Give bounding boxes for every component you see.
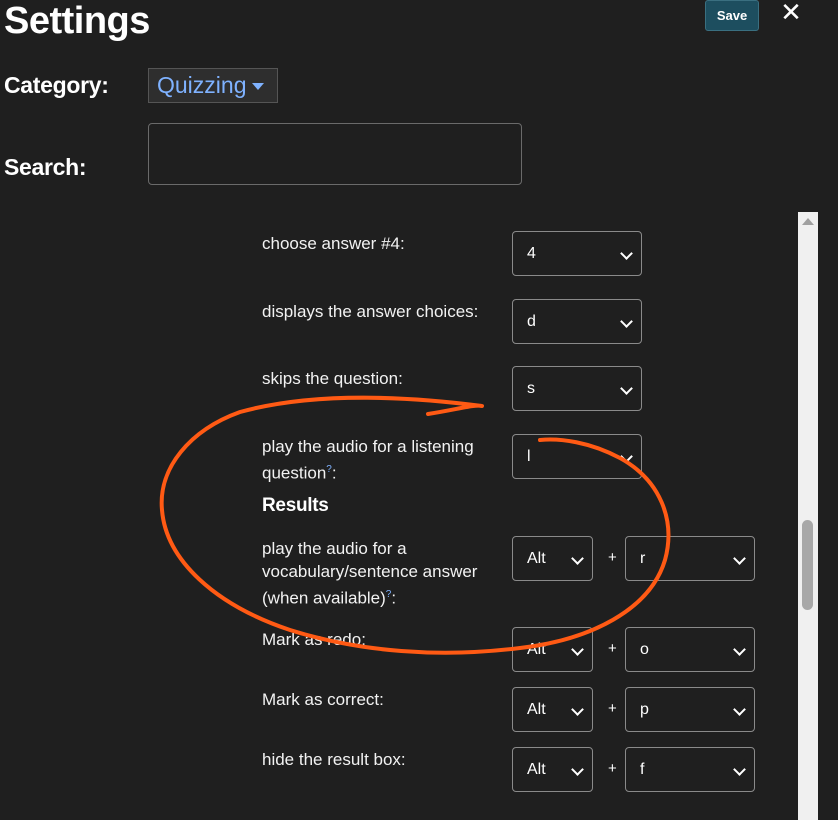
modifier-value: Alt [527,641,546,658]
chevron-down-icon [620,382,633,395]
key-select[interactable]: f [625,747,755,792]
row-label-line: question [262,463,327,483]
modifier-value: Alt [527,761,546,778]
row-label-line: (when available) [262,588,386,608]
key-select[interactable]: o [625,627,755,672]
row-label: play the audio for a vocabulary/sentence… [262,537,477,610]
settings-panel: choose answer #4: 4 displays the answer … [0,212,800,820]
plus-sign: + [608,760,617,777]
modifier-select[interactable]: Alt [512,627,593,672]
page-title: Settings [4,0,150,42]
chevron-down-icon [571,643,584,656]
row-label-suffix: : [391,588,397,608]
key-value: r [640,550,646,567]
row-label: displays the answer choices: [262,302,479,321]
plus-sign: + [608,640,617,657]
key-select[interactable]: 4 [512,231,642,276]
category-label: Category: [4,72,109,98]
row-label-line: play the audio for a [262,539,407,558]
modifier-value: Alt [527,550,546,567]
key-value: o [640,641,649,658]
category-select[interactable]: Quizzing [148,68,278,103]
close-icon[interactable]: ✕ [778,0,804,26]
plus-sign: + [608,700,617,717]
scroll-up-arrow-icon[interactable] [802,218,814,225]
modifier-value: Alt [527,701,546,718]
chevron-down-icon [733,763,746,776]
scroll-thumb[interactable] [802,520,813,610]
chevron-down-icon [733,552,746,565]
key-select[interactable]: r [625,536,755,581]
row-label-suffix: : [331,463,337,483]
caret-down-icon [252,83,265,91]
key-value: s [527,380,535,397]
row-label: skips the question: [262,369,403,388]
chevron-down-icon [620,247,633,260]
search-input[interactable] [148,123,522,185]
key-select[interactable]: d [512,299,642,344]
key-value: l [527,448,531,465]
key-value: f [640,761,645,778]
chevron-down-icon [620,315,633,328]
key-value: d [527,313,536,330]
modifier-select[interactable]: Alt [512,536,593,581]
section-heading: Results [262,495,329,516]
key-select[interactable]: s [512,366,642,411]
chevron-down-icon [571,552,584,565]
chevron-down-icon [733,703,746,716]
row-label-line: vocabulary/sentence answer [262,562,478,581]
row-label: play the audio for a listening question?… [262,435,474,485]
key-select[interactable]: l [512,434,642,479]
row-label-line: play the audio for a listening [262,437,474,456]
row-label: Mark as redo: [262,630,366,649]
plus-sign: + [608,549,617,566]
row-label: choose answer #4: [262,234,405,253]
key-value: 4 [527,245,536,262]
chevron-down-icon [571,763,584,776]
search-label: Search: [4,154,87,180]
scrollbar[interactable] [798,212,818,820]
chevron-down-icon [571,703,584,716]
modifier-select[interactable]: Alt [512,747,593,792]
row-label: Mark as correct: [262,690,384,709]
chevron-down-icon [733,643,746,656]
row-label: hide the result box: [262,750,406,769]
category-value: Quizzing [157,72,247,98]
key-select[interactable]: p [625,687,755,732]
modifier-select[interactable]: Alt [512,687,593,732]
chevron-down-icon [620,450,633,463]
key-value: p [640,701,649,718]
save-button[interactable]: Save [705,0,759,31]
